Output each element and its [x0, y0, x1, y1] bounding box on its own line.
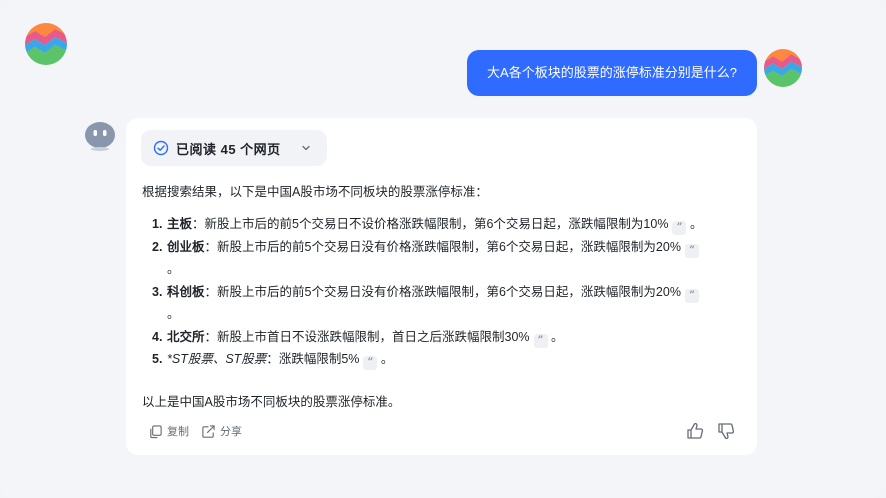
chevron-down-icon — [302, 145, 310, 151]
citation-icon[interactable]: ” — [672, 221, 687, 235]
thumbs-up-icon[interactable] — [686, 422, 704, 440]
sources-dropdown[interactable]: 已阅读 45 个网页 — [141, 130, 327, 166]
answer-outro: 以上是中国A股市场不同板块的股票涨停标准。 — [142, 395, 401, 409]
answer-list: 1. 主板：新股上市后的前5个交易日不设价格涨跌幅限制，第6个交易日起，涨跌幅限制… — [152, 213, 742, 371]
citation-icon[interactable]: ” — [684, 243, 699, 258]
bot-avatar — [84, 120, 116, 152]
check-circle-icon — [153, 140, 169, 156]
answer-actions: 复制 分享 — [148, 423, 254, 439]
share-icon — [202, 424, 215, 438]
copy-button[interactable]: 复制 — [148, 423, 189, 439]
user-avatar[interactable] — [764, 49, 802, 87]
citation-icon[interactable]: ” — [684, 288, 699, 303]
citation-icon[interactable]: ” — [533, 333, 548, 348]
user-message-bubble: 大A各个板块的股票的涨停标准分别是什么? — [467, 50, 757, 96]
list-item: 4. 北交所：新股上市首日不设涨跌幅限制，首日之后涨跌幅限制30%” 。 — [152, 329, 564, 348]
citation-icon[interactable]: ” — [363, 356, 378, 370]
app-logo — [25, 23, 67, 65]
list-item: 1. 主板：新股上市后的前5个交易日不设价格涨跌幅限制，第6个交易日起，涨跌幅限制… — [152, 217, 703, 235]
copy-icon — [150, 424, 162, 438]
copy-label: 复制 — [167, 426, 189, 438]
thumbs-down-icon[interactable] — [717, 422, 735, 440]
share-button[interactable]: 分享 — [201, 423, 242, 439]
chat-window: 大A各个板块的股票的涨停标准分别是什么? 已阅读 45 个网页 根据搜索结果，以… — [0, 0, 886, 498]
sources-label: 已阅读 45 个网页 — [176, 141, 281, 157]
share-label: 分享 — [220, 426, 242, 438]
list-item: 5. *ST股票、ST股票：涨跌幅限制5%” 。 — [152, 352, 394, 370]
list-item: 2. 创业板：新股上市后的前5个交易日没有价格涨跌幅限制，第6个交易日起，涨跌幅限… — [152, 236, 742, 281]
answer-intro: 根据搜索结果，以下是中国A股市场不同板块的股票涨停标准： — [142, 185, 488, 199]
list-item: 3. 科创板：新股上市后的前5个交易日没有价格涨跌幅限制，第6个交易日起，涨跌幅限… — [152, 281, 742, 326]
answer-card: 已阅读 45 个网页 根据搜索结果，以下是中国A股市场不同板块的股票涨停标准： … — [126, 118, 757, 455]
